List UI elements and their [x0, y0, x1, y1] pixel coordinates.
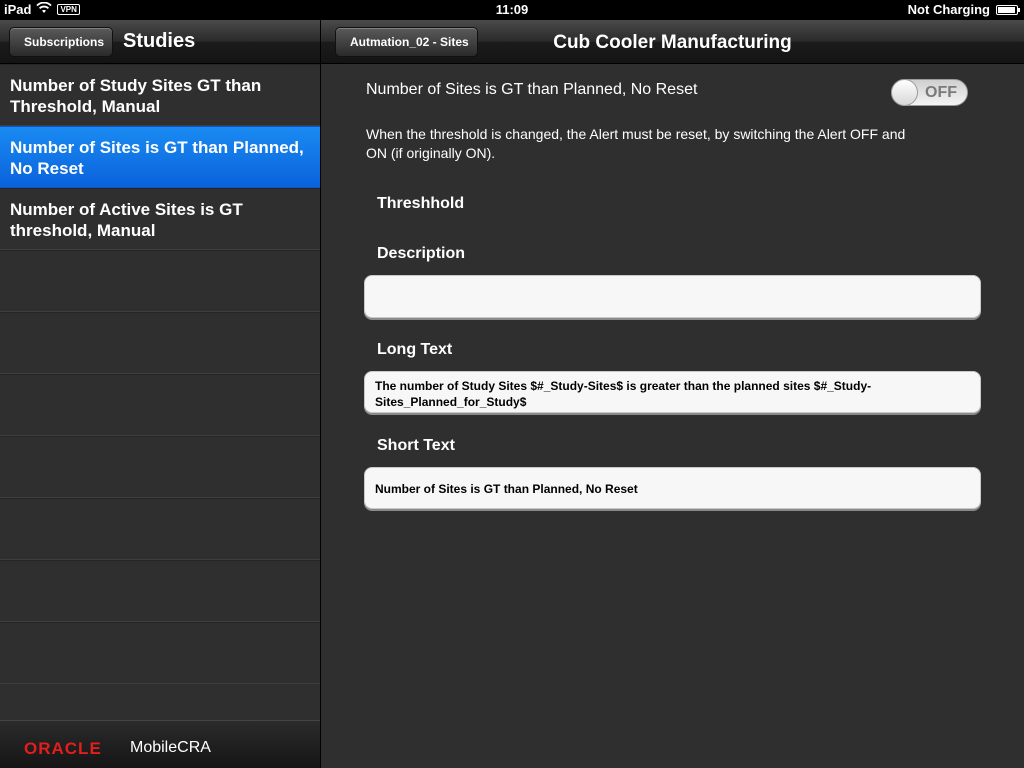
empty-list-row: [0, 312, 320, 374]
empty-list-row: [0, 250, 320, 312]
short-text-field[interactable]: Number of Sites is GT than Planned, No R…: [364, 467, 981, 509]
reset-note: When the threshold is changed, the Alert…: [366, 126, 906, 161]
list-item-label: Number of Sites is GT than Planned, No R…: [10, 138, 304, 178]
long-text-label: Long Text: [377, 341, 453, 358]
alert-list: Number of Study Sites GT than Threshold,…: [0, 64, 320, 684]
empty-list-row: [0, 560, 320, 622]
left-pane: Subscriptions Studies Number of Study Si…: [0, 20, 320, 768]
status-time: 11:09: [495, 2, 529, 17]
left-navbar: Subscriptions Studies: [0, 20, 320, 64]
left-footer: ORACLE MobileCRA: [0, 720, 320, 768]
right-pane: Autmation_02 - Sites Cub Cooler Manufact…: [321, 20, 1024, 768]
battery-fill: [998, 6, 1016, 13]
list-item[interactable]: Number of Active Sites is GT threshold, …: [0, 188, 320, 250]
subscriptions-back-button[interactable]: Subscriptions: [9, 27, 114, 57]
description-field[interactable]: [364, 275, 981, 318]
back-button-label: Subscriptions: [24, 35, 105, 49]
list-item[interactable]: Number of Study Sites GT than Threshold,…: [0, 64, 320, 126]
threshold-label: Threshhold: [377, 195, 465, 212]
alert-name-label: Number of Sites is GT than Planned, No R…: [366, 81, 698, 98]
status-bar: iPad VPN 11:09 Not Charging: [0, 0, 1024, 20]
status-right: Not Charging: [907, 2, 1020, 17]
description-label: Description: [377, 245, 466, 262]
right-navbar: Autmation_02 - Sites Cub Cooler Manufact…: [321, 20, 1024, 64]
empty-list-row: [0, 622, 320, 684]
empty-list-row: [0, 498, 320, 560]
list-item-selected[interactable]: Number of Sites is GT than Planned, No R…: [0, 126, 320, 188]
product-name: MobileCRA: [130, 739, 211, 756]
empty-list-row: [0, 374, 320, 436]
empty-list-row: [0, 436, 320, 498]
toggle-state-label: OFF: [925, 84, 957, 101]
toggle-knob[interactable]: [891, 79, 918, 106]
alert-toggle-switch[interactable]: OFF: [891, 79, 968, 106]
oracle-logo: ORACLE: [24, 739, 102, 758]
list-item-label: Number of Active Sites is GT threshold, …: [10, 200, 243, 240]
detail-title: Cub Cooler Manufacturing: [553, 32, 792, 53]
long-text-field[interactable]: The number of Study Sites $#_Study-Sites…: [364, 371, 981, 413]
charging-status: Not Charging: [907, 2, 990, 17]
left-pane-title: Studies: [123, 30, 196, 52]
list-item-label: Number of Study Sites GT than Threshold,…: [10, 76, 262, 116]
battery-icon: [996, 4, 1020, 15]
short-text-label: Short Text: [377, 437, 455, 454]
